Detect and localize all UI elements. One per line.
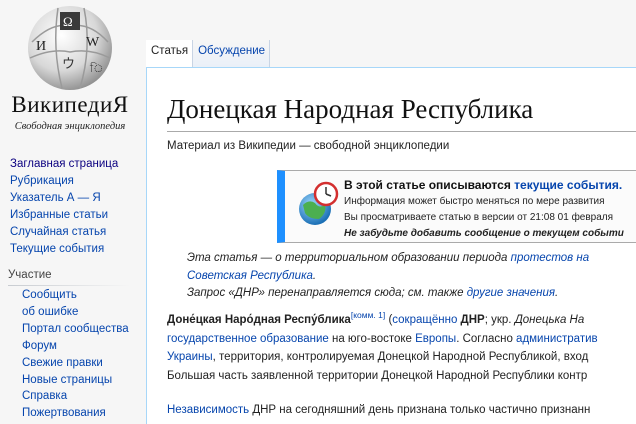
title-divider [167, 131, 636, 132]
hatnote-period-2: . [312, 269, 317, 282]
site-subtitle: Материал из Википедии — свободной энцикл… [167, 140, 450, 152]
abbr-dnr: ДНР [457, 314, 485, 326]
svg-text:W: W [86, 35, 100, 50]
nav-donate[interactable]: Пожертвования [22, 405, 129, 422]
tab-article[interactable]: Статья [146, 40, 194, 67]
tab-talk[interactable]: Обсуждение [193, 40, 271, 67]
hatnote-line-2: Советская Республика. [187, 268, 636, 286]
lead-text-3: , территория, контролируемая Донецкой На… [212, 351, 589, 363]
state-formation-link[interactable]: государственное образование [167, 333, 329, 345]
lead-bold-name: Доне́цкая Наро́дная Респу́блика [167, 314, 351, 326]
notice-title: В этой статье описываются текущие событи… [344, 177, 624, 194]
hatnote-line-3: Запрос «ДНР» перенаправляется сюда; см. … [187, 285, 636, 303]
protests-link[interactable]: протестов на [511, 252, 589, 264]
wikipedia-tagline: Свободная энциклопедия [14, 121, 126, 132]
svg-text:ি: ি [89, 62, 103, 75]
participation-menu: Сообщить об ошибке Портал сообщества Фор… [22, 287, 129, 422]
sidebar: Ω И W ウ ি ВикипедиЯ Свободная энциклопед… [0, 0, 148, 424]
nav-report-error-line2[interactable]: об ошибке [22, 304, 129, 321]
portal-divider [8, 285, 130, 286]
notice-line-1: Информация может быстро меняться по мере… [344, 196, 605, 207]
nav-featured[interactable]: Избранные статьи [10, 207, 118, 224]
ukr-name: Донецька На [514, 314, 585, 326]
hatnote-period-3: . [555, 287, 559, 299]
notice-text: В этой статье описываются текущие событи… [344, 177, 624, 242]
abbreviation-link[interactable]: сокращённо [392, 314, 457, 326]
nav-recent-changes[interactable]: Свежие правки [22, 355, 129, 372]
lead-line-2: государственное образование на юго-восто… [167, 330, 636, 349]
lead-line-3: Украины, территория, контролируемая Доне… [167, 348, 636, 367]
hatnote-line-1: Эта статья — о территориальном образован… [187, 250, 636, 268]
portal-heading[interactable]: Участие [8, 269, 52, 281]
hatnote-text-3: Запрос «ДНР» перенаправляется сюда; см. … [187, 287, 467, 299]
svg-text:И: И [36, 39, 46, 54]
europe-link[interactable]: Европы [415, 333, 456, 345]
notice-title-prefix: В этой статье описываются [344, 178, 515, 192]
other-meanings-link[interactable]: другие значения [467, 287, 555, 299]
lead-text-2b: . Согласно [456, 332, 517, 345]
page-tabs: Статья Обсуждение [146, 40, 271, 67]
lead-line-1: Доне́цкая Наро́дная Респу́блика[комм. 1]… [167, 311, 636, 330]
nav-forum[interactable]: Форум [22, 338, 129, 355]
nav-report-error-line1[interactable]: Сообщить [22, 287, 129, 304]
nav-community-portal[interactable]: Портал сообщества [22, 321, 129, 338]
hatnote-text-1: Эта статья — о территориальном образован… [187, 252, 511, 264]
lead-paragraph: Доне́цкая Наро́дная Респу́блика[комм. 1]… [167, 311, 636, 385]
ukr-prefix: ; укр. [484, 314, 515, 326]
wikipedia-globe-icon: Ω И W ウ ি [28, 6, 112, 90]
second-paragraph: Независимость ДНР на сегодняшний день пр… [167, 401, 636, 420]
nav-new-pages[interactable]: Новые страницы [22, 372, 129, 389]
nav-categories[interactable]: Рубрикация [10, 173, 118, 190]
navigation-menu: Заглавная страница Рубрикация Указатель … [10, 156, 118, 258]
soviet-republic-link[interactable]: Советская Республика [187, 270, 313, 282]
current-events-notice: В этой статье описываются текущие событи… [277, 170, 636, 243]
independence-link[interactable]: Независимость [167, 404, 249, 416]
ukraine-link[interactable]: Украины [167, 351, 213, 363]
wikipedia-wordmark: ВикипедиЯ [11, 92, 129, 117]
page-title: Донецкая Народная Республика [167, 94, 534, 124]
svg-text:Ω: Ω [63, 14, 73, 29]
nav-main-page[interactable]: Заглавная страница [10, 156, 118, 173]
globe-clock-icon [299, 181, 339, 225]
nav-random[interactable]: Случайная статья [10, 224, 118, 241]
lead-text-2a: на юго-востоке [328, 332, 416, 345]
notice-line-2: Вы просматриваете статью в версии от 21:… [344, 212, 614, 223]
lead-line-4: Большая часть заявленной территории Доне… [167, 369, 588, 382]
notice-line-3: Не забудьте добавить сообщение о текущем… [344, 228, 624, 239]
nav-help[interactable]: Справка [22, 388, 129, 405]
article-content: Донецкая Народная Республика Материал из… [146, 67, 636, 424]
nav-current-events[interactable]: Текущие события [10, 241, 118, 258]
wikipedia-logo[interactable]: Ω И W ウ ি ВикипедиЯ Свободная энциклопед… [0, 0, 148, 140]
administrative-link[interactable]: административ [516, 333, 598, 345]
svg-text:ウ: ウ [62, 56, 75, 71]
comment-footnote-link[interactable]: [комм. 1] [351, 311, 385, 320]
nav-index[interactable]: Указатель А — Я [10, 190, 118, 207]
second-paragraph-text: ДНР на сегодняшний день признана только … [249, 404, 591, 416]
hatnote: Эта статья — о территориальном образован… [187, 250, 636, 303]
current-events-link[interactable]: текущие события. [514, 178, 622, 192]
